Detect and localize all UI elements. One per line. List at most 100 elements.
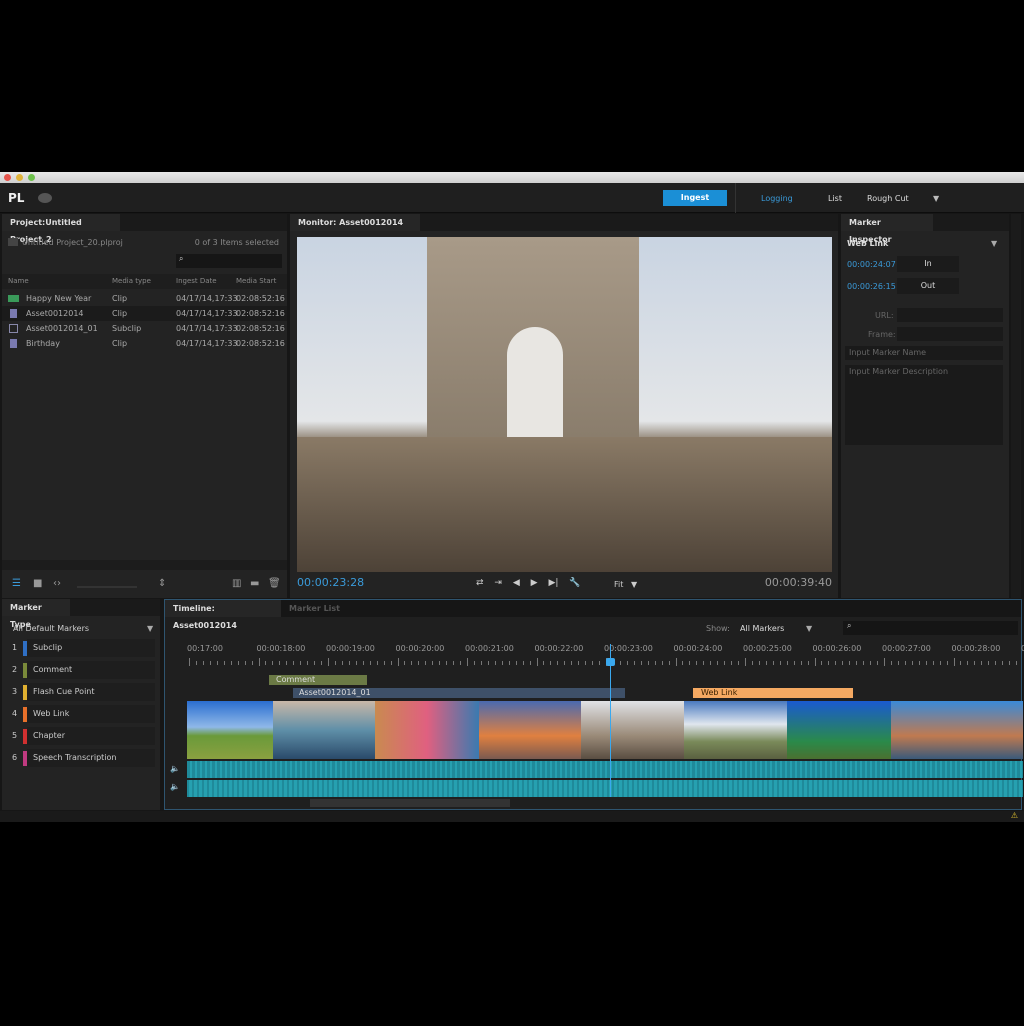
- close-button[interactable]: [4, 174, 11, 181]
- ruler-tick: [932, 661, 934, 665]
- ruler-tick: [682, 661, 684, 665]
- ruler-tick-label: 00:00:28:00: [951, 644, 1001, 653]
- column-header[interactable]: Media type: [112, 274, 151, 289]
- tab-timeline[interactable]: Timeline: Asset0012014: [165, 600, 281, 630]
- play-icon[interactable]: ▶: [531, 578, 538, 588]
- marker-number: 6: [12, 753, 18, 762]
- timeline-scrollbar[interactable]: [310, 799, 510, 807]
- tab-marker-list[interactable]: Marker List: [281, 600, 351, 617]
- workspace-chevron-down-icon[interactable]: ▼: [933, 194, 939, 203]
- ingest-date: 04/17/14,17:33: [176, 339, 238, 348]
- marker-type-select[interactable]: Web Link: [847, 239, 888, 248]
- horizontal-scrollbar[interactable]: [2, 560, 287, 570]
- expand-icon[interactable]: ‹›: [53, 578, 61, 589]
- speaker-icon[interactable]: 🔈: [170, 764, 180, 773]
- table-row[interactable]: Happy New Year Clip 04/17/14,17:33 02:08:52…: [2, 291, 287, 306]
- web-link-marker[interactable]: Web Link: [693, 688, 853, 698]
- clip-thumbnail[interactable]: [479, 701, 581, 759]
- step-forward-icon[interactable]: ▶|: [548, 578, 558, 588]
- vertical-scrollbar[interactable]: [1011, 214, 1021, 598]
- list-view-icon[interactable]: ☰: [12, 578, 21, 589]
- current-timecode[interactable]: 00:00:23:28: [297, 576, 364, 589]
- step-in-icon[interactable]: ⇥: [494, 578, 502, 588]
- maximize-button[interactable]: [28, 174, 35, 181]
- chevron-down-icon[interactable]: ▼: [147, 624, 153, 633]
- marker-name-input[interactable]: Input Marker Name: [845, 346, 1003, 360]
- chevron-down-icon[interactable]: ▼: [806, 624, 812, 633]
- table-row[interactable]: Birthday Clip 04/17/14,17:33 02:08:52:16: [2, 336, 287, 351]
- loop-icon[interactable]: ⇄: [476, 578, 484, 588]
- ruler-tick: [821, 661, 823, 665]
- zoom-select[interactable]: Fit ▼: [614, 580, 637, 589]
- marker-type-web-link[interactable]: 4 Web Link: [8, 705, 158, 723]
- chevron-down-icon[interactable]: ▼: [991, 239, 997, 248]
- tab-marker-type[interactable]: Marker Type: [2, 599, 70, 629]
- rough-cut-workspace[interactable]: Rough Cut: [867, 194, 909, 203]
- ruler-tick: [967, 661, 969, 665]
- step-back-icon[interactable]: ◀: [513, 578, 520, 588]
- clip-thumbnail[interactable]: [581, 701, 684, 759]
- creative-cloud-icon[interactable]: [38, 193, 52, 203]
- bin-icon[interactable]: ▥: [232, 578, 241, 589]
- clip-thumbnail[interactable]: [787, 701, 891, 759]
- in-button[interactable]: In: [897, 256, 959, 272]
- ruler-tick: [571, 661, 573, 665]
- sort-icon[interactable]: ⇕: [158, 578, 166, 589]
- marker-description-input[interactable]: Input Marker Description: [845, 365, 1003, 445]
- column-header[interactable]: Media Start: [236, 274, 276, 289]
- new-folder-icon[interactable]: ▬: [250, 578, 259, 589]
- wrench-icon[interactable]: 🔧: [569, 578, 580, 588]
- in-timecode[interactable]: 00:00:24:07: [847, 260, 896, 269]
- tab-monitor[interactable]: Monitor: Asset0012014: [290, 214, 420, 231]
- column-header[interactable]: Ingest Date: [176, 274, 217, 289]
- logging-workspace[interactable]: Logging: [761, 194, 793, 203]
- marker-type-subclip[interactable]: 1 Subclip: [8, 639, 158, 657]
- audio-track-2[interactable]: [187, 780, 1023, 797]
- ruler-tick: [578, 661, 580, 665]
- video-frame[interactable]: [297, 237, 832, 572]
- show-select[interactable]: All Markers: [740, 624, 784, 633]
- project-search-input[interactable]: ⌕: [176, 254, 282, 268]
- tab-marker-inspector[interactable]: Marker Inspector: [841, 214, 933, 244]
- url-input[interactable]: [897, 308, 1003, 322]
- marker-label: Comment: [27, 661, 155, 679]
- clip-thumbnail[interactable]: [891, 701, 1023, 759]
- warning-icon[interactable]: ⚠: [1011, 811, 1018, 820]
- clip-thumbnail[interactable]: [273, 701, 375, 759]
- comment-marker[interactable]: Comment: [269, 675, 367, 685]
- ingest-button[interactable]: Ingest: [663, 190, 727, 206]
- media-start: 02:08:52:16: [236, 324, 285, 333]
- marker-type-comment[interactable]: 2 Comment: [8, 661, 158, 679]
- ruler-tick: [314, 661, 316, 665]
- timeline-search-input[interactable]: ⌕: [843, 621, 1018, 635]
- video-track[interactable]: [187, 701, 1023, 759]
- subclip-marker[interactable]: Asset0012014_01: [293, 688, 625, 698]
- thumbnail-view-icon[interactable]: ■: [33, 578, 42, 589]
- clip-thumbnail[interactable]: [187, 701, 273, 759]
- clip-thumbnail[interactable]: [684, 701, 787, 759]
- out-timecode[interactable]: 00:00:26:15: [847, 282, 896, 291]
- media-type: Clip: [112, 339, 128, 348]
- list-workspace[interactable]: List: [828, 194, 842, 203]
- out-button[interactable]: Out: [897, 278, 959, 294]
- zoom-slider[interactable]: [77, 586, 137, 588]
- time-ruler[interactable]: 00:17:00 00:00:18:00 00:00:19:00 00:00:20:0…: [187, 644, 1024, 670]
- media-type: Clip: [112, 294, 128, 303]
- marker-type-speech-transcription[interactable]: 6 Speech Transcription: [8, 749, 158, 767]
- clip-thumbnail[interactable]: [375, 701, 479, 759]
- marker-filter-select[interactable]: All Default Markers: [13, 624, 89, 633]
- trash-icon[interactable]: 🗑: [268, 578, 281, 589]
- frame-input[interactable]: [897, 327, 1003, 341]
- ruler-tick: [439, 661, 441, 665]
- column-header[interactable]: Name: [8, 274, 29, 289]
- table-row[interactable]: Asset0012014_01 Subclip 04/17/14,17:33 02:0…: [2, 321, 287, 336]
- minimize-button[interactable]: [16, 174, 23, 181]
- tab-project[interactable]: Project:Untitled Project_2: [2, 214, 120, 244]
- marker-type-chapter[interactable]: 5 Chapter: [8, 727, 158, 745]
- marker-type-flash-cue-point[interactable]: 3 Flash Cue Point: [8, 683, 158, 701]
- table-row[interactable]: Asset0012014 Clip 04/17/14,17:33 02:08:52:1…: [2, 306, 287, 321]
- speaker-icon[interactable]: 🔈: [170, 782, 180, 791]
- ruler-tick: [897, 661, 899, 665]
- audio-track-1[interactable]: [187, 761, 1023, 778]
- playhead[interactable]: [606, 644, 615, 797]
